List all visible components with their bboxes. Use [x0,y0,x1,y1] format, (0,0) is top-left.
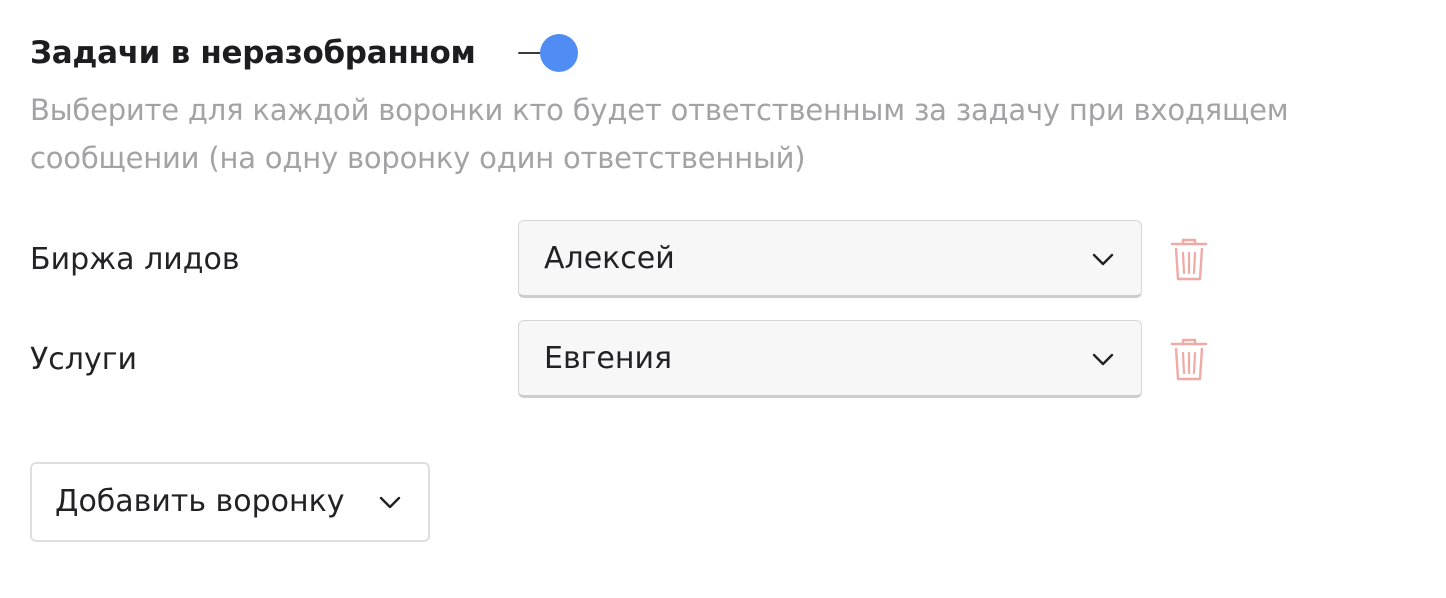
add-pipeline-button[interactable]: Добавить воронку [30,462,430,542]
settings-panel: Задачи в неразобранном Выберите для кажд… [0,0,1446,598]
toggle-knob[interactable] [539,34,578,72]
section-description: Выберите для каждой воронки кто будет от… [30,93,1289,175]
responsible-select-value: Евгения [544,341,673,376]
section-title: Задачи в неразобранном [30,35,476,71]
responsible-select[interactable]: Алексей [518,220,1142,298]
chevron-down-icon [1092,253,1114,266]
trash-icon[interactable] [1170,238,1208,282]
pipeline-name: Биржа лидов [30,242,240,277]
pipeline-row: Биржа лидов Алексей [30,220,1230,300]
chevron-down-icon [1092,353,1114,366]
responsible-select-value: Алексей [544,241,675,276]
pipeline-name: Услуги [30,342,137,377]
pipeline-row: Услуги Евгения [30,320,1230,400]
responsible-select[interactable]: Евгения [518,320,1142,398]
section-header: Задачи в неразобранном [30,30,582,76]
trash-icon[interactable] [1170,338,1208,382]
enable-toggle[interactable] [517,33,582,73]
add-pipeline-label: Добавить воронку [55,484,345,519]
chevron-down-icon [379,496,401,509]
